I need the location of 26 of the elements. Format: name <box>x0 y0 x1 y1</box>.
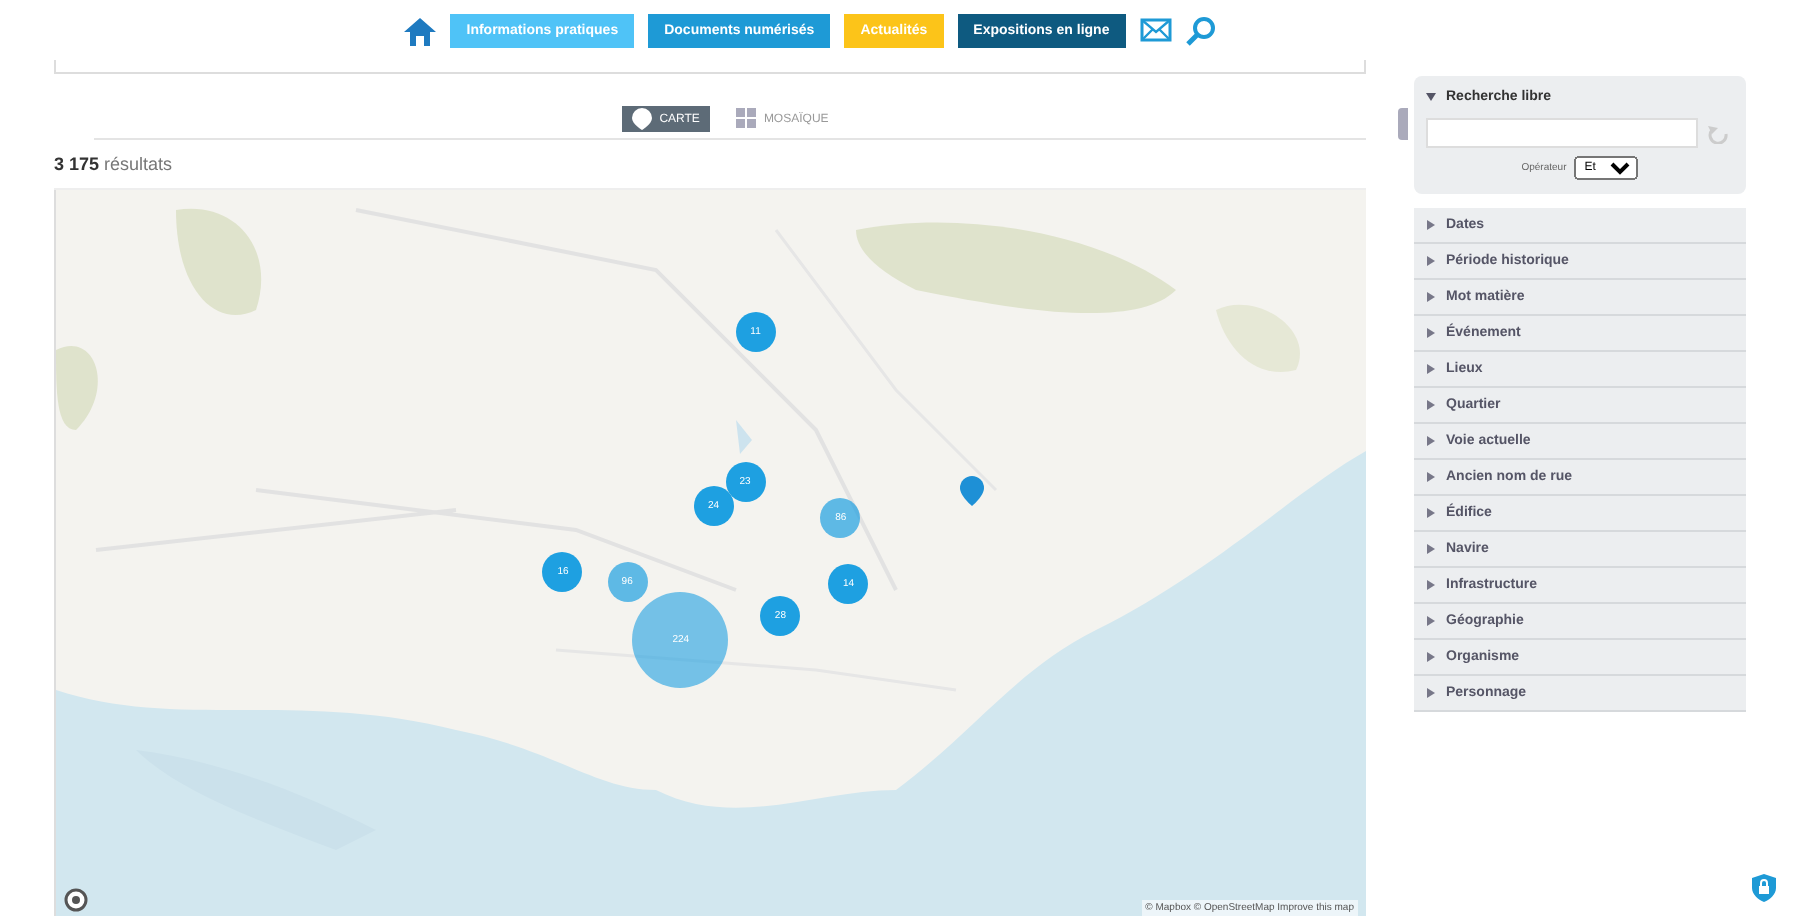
caret-icon <box>1426 220 1436 230</box>
caret-icon <box>1426 544 1436 554</box>
caret-icon <box>1426 508 1436 518</box>
caret-icon <box>1426 580 1436 590</box>
search-icon[interactable] <box>1185 15 1216 45</box>
caret-icon <box>1426 616 1436 626</box>
home-icon[interactable] <box>404 15 437 45</box>
caret-icon <box>1426 472 1436 482</box>
panel-handle[interactable] <box>1398 108 1408 140</box>
mail-icon[interactable] <box>1139 18 1172 42</box>
results-count: 3 175 résultats <box>54 154 173 174</box>
shield-icon[interactable] <box>1752 874 1776 902</box>
caret-icon <box>1426 652 1436 662</box>
caret-icon <box>1426 364 1436 374</box>
caret-icon <box>1426 400 1436 410</box>
search-field[interactable] <box>1426 118 1698 148</box>
grid-icon <box>735 108 756 130</box>
map-pin-icon <box>631 108 652 130</box>
caret-icon <box>1426 256 1436 266</box>
caret-icon <box>1426 436 1436 446</box>
caret-icon <box>1426 328 1436 338</box>
caret-icon <box>1426 292 1436 302</box>
mapbox-logo-icon <box>64 888 88 912</box>
caret-icon <box>1426 688 1436 698</box>
map-pin-icon[interactable] <box>959 476 984 507</box>
caret-icon <box>1426 91 1436 101</box>
